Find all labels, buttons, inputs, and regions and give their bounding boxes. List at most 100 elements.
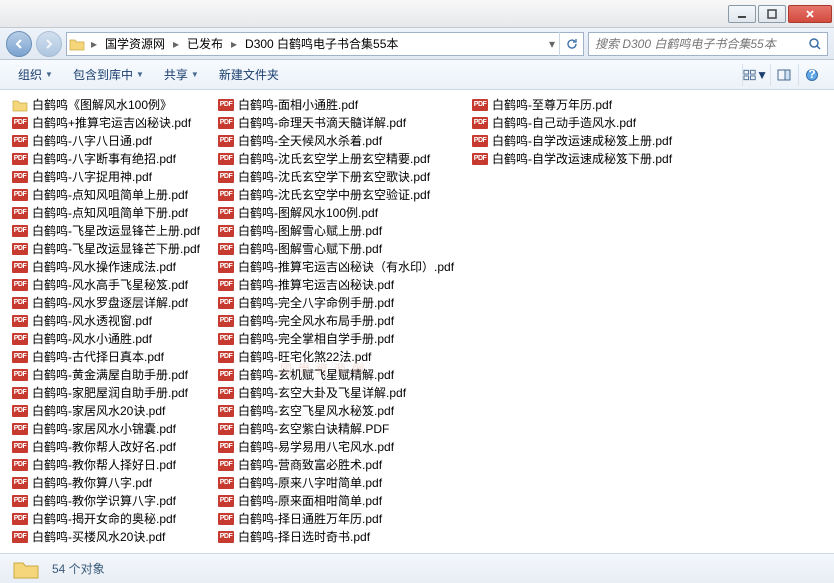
file-name: 白鹤鸣-命理天书滴天髓详解.pdf [238,114,406,132]
chevron-down-icon[interactable]: ▾ [545,33,559,55]
file-item[interactable]: PDF白鹤鸣-自己动手造风水.pdf [472,114,672,132]
organize-menu[interactable]: 组织 ▼ [10,63,61,86]
file-item[interactable]: PDF白鹤鸣-自学改运速成秘笈下册.pdf [472,150,672,168]
file-item[interactable]: PDF白鹤鸣-玄空大卦及飞星详解.pdf [218,384,454,402]
file-item[interactable]: PDF白鹤鸣-完全风水布局手册.pdf [218,312,454,330]
include-label: 包含到库中 [73,66,133,83]
file-item[interactable]: PDF白鹤鸣-图解风水100例.pdf [218,204,454,222]
chevron-down-icon: ▼ [45,70,53,79]
chevron-right-icon[interactable]: ▸ [169,33,183,55]
breadcrumb-path[interactable]: ▸ 国学资源网 ▸ 已发布 ▸ D300 白鹤鸣电子书合集55本 ▾ [66,32,584,56]
new-folder-button[interactable]: 新建文件夹 [211,63,287,86]
toolbar: 组织 ▼ 包含到库中 ▼ 共享 ▼ 新建文件夹 ▼ ? [0,60,834,90]
file-item[interactable]: PDF白鹤鸣-风水罗盘逐层详解.pdf [12,294,200,312]
help-button[interactable]: ? [798,64,824,86]
pdf-icon: PDF [218,188,234,202]
file-item[interactable]: PDF白鹤鸣-玄空紫白诀精解.PDF [218,420,454,438]
file-item[interactable]: PDF白鹤鸣-完全掌相自学手册.pdf [218,330,454,348]
file-item[interactable]: PDF白鹤鸣-原来面相咁简单.pdf [218,492,454,510]
file-name: 白鹤鸣-风水操作速成法.pdf [32,258,176,276]
search-box[interactable] [588,32,828,56]
file-item[interactable]: PDF白鹤鸣-玄空飞星风水秘笈.pdf [218,402,454,420]
share-menu[interactable]: 共享 ▼ [156,63,207,86]
newfolder-label: 新建文件夹 [219,66,279,83]
file-name: 白鹤鸣-风水高手飞星秘笈.pdf [32,276,188,294]
file-name: 白鹤鸣-教你算八字.pdf [32,474,152,492]
pdf-icon: PDF [218,368,234,382]
file-item[interactable]: PDF白鹤鸣-教你学识算八字.pdf [12,492,200,510]
file-item[interactable]: PDF白鹤鸣-黄金满屋自助手册.pdf [12,366,200,384]
forward-button[interactable] [36,31,62,57]
file-item[interactable]: PDF白鹤鸣-原来八字咁简单.pdf [218,474,454,492]
refresh-button[interactable] [559,32,583,56]
file-item[interactable]: PDF白鹤鸣-沈氏玄空学中册玄空验证.pdf [218,186,454,204]
file-item[interactable]: PDF白鹤鸣-教你帮人改好名.pdf [12,438,200,456]
file-item[interactable]: PDF白鹤鸣-点知风咀简单上册.pdf [12,186,200,204]
file-list-pane[interactable]: 國學資源網 白鹤鸣《图解风水100例》PDF白鹤鸣+推算宅运吉凶秘诀.pdfPD… [0,90,834,553]
folder-icon [10,557,42,581]
file-item[interactable]: PDF白鹤鸣-买楼风水20诀.pdf [12,528,200,546]
file-item[interactable]: PDF白鹤鸣-飞星改运显锋芒上册.pdf [12,222,200,240]
file-item[interactable]: PDF白鹤鸣-飞星改运显锋芒下册.pdf [12,240,200,258]
include-menu[interactable]: 包含到库中 ▼ [65,63,152,86]
file-item[interactable]: PDF白鹤鸣-八字捉用神.pdf [12,168,200,186]
file-item[interactable]: PDF白鹤鸣-沈氏玄空学下册玄空歌诀.pdf [218,168,454,186]
file-item[interactable]: PDF白鹤鸣-推算宅运吉凶秘诀（有水印）.pdf [218,258,454,276]
file-item[interactable]: PDF白鹤鸣-沈氏玄空学上册玄空精要.pdf [218,150,454,168]
file-item[interactable]: PDF白鹤鸣-风水透视窗.pdf [12,312,200,330]
file-name: 白鹤鸣+推算宅运吉凶秘诀.pdf [32,114,191,132]
search-icon[interactable] [803,37,827,51]
file-item[interactable]: PDF白鹤鸣-风水操作速成法.pdf [12,258,200,276]
file-item[interactable]: PDF白鹤鸣-风水小通胜.pdf [12,330,200,348]
file-item[interactable]: PDF白鹤鸣-择日选时奇书.pdf [218,528,454,546]
file-item[interactable]: PDF白鹤鸣+推算宅运吉凶秘诀.pdf [12,114,200,132]
file-item[interactable]: PDF白鹤鸣-家居风水20诀.pdf [12,402,200,420]
pdf-icon: PDF [12,296,28,310]
search-input[interactable] [589,37,803,51]
maximize-button[interactable] [758,5,786,23]
file-item[interactable]: PDF白鹤鸣-命理天书滴天髓详解.pdf [218,114,454,132]
file-item[interactable]: PDF白鹤鸣-完全八字命例手册.pdf [218,294,454,312]
folder-item[interactable]: 白鹤鸣《图解风水100例》 [12,96,200,114]
file-item[interactable]: PDF白鹤鸣-玄机赋飞星赋精解.pdf [218,366,454,384]
pdf-icon: PDF [12,188,28,202]
file-item[interactable]: PDF白鹤鸣-点知风咀简单下册.pdf [12,204,200,222]
back-button[interactable] [6,31,32,57]
file-item[interactable]: PDF白鹤鸣-教你算八字.pdf [12,474,200,492]
chevron-right-icon[interactable]: ▸ [87,33,101,55]
close-button[interactable] [788,5,832,23]
file-item[interactable]: PDF白鹤鸣-推算宅运吉凶秘诀.pdf [218,276,454,294]
file-item[interactable]: PDF白鹤鸣-至尊万年历.pdf [472,96,672,114]
breadcrumb-item[interactable]: 已发布 [183,33,227,55]
breadcrumb-item[interactable]: D300 白鹤鸣电子书合集55本 [241,33,402,55]
file-item[interactable]: PDF白鹤鸣-旺宅化煞22法.pdf [218,348,454,366]
file-item[interactable]: PDF白鹤鸣-八字八日通.pdf [12,132,200,150]
file-name: 白鹤鸣-面相小通胜.pdf [238,96,358,114]
file-name: 白鹤鸣-沈氏玄空学上册玄空精要.pdf [238,150,430,168]
file-name: 白鹤鸣-完全八字命例手册.pdf [238,294,394,312]
file-item[interactable]: PDF白鹤鸣-全天候风水杀着.pdf [218,132,454,150]
file-item[interactable]: PDF白鹤鸣-风水高手飞星秘笈.pdf [12,276,200,294]
file-item[interactable]: PDF白鹤鸣-图解雪心赋上册.pdf [218,222,454,240]
pdf-icon: PDF [472,152,488,166]
pdf-icon: PDF [218,314,234,328]
breadcrumb-item[interactable]: 国学资源网 [101,33,169,55]
file-item[interactable]: PDF白鹤鸣-易学易用八宅风水.pdf [218,438,454,456]
file-item[interactable]: PDF白鹤鸣-营商致富必胜术.pdf [218,456,454,474]
file-item[interactable]: PDF白鹤鸣-八字断事有绝招.pdf [12,150,200,168]
file-item[interactable]: PDF白鹤鸣-古代择日真本.pdf [12,348,200,366]
pdf-icon: PDF [218,206,234,220]
file-item[interactable]: PDF白鹤鸣-家肥屋润自助手册.pdf [12,384,200,402]
address-bar: ▸ 国学资源网 ▸ 已发布 ▸ D300 白鹤鸣电子书合集55本 ▾ [0,28,834,60]
minimize-button[interactable] [728,5,756,23]
view-button[interactable]: ▼ [742,64,768,86]
file-item[interactable]: PDF白鹤鸣-家居风水小锦囊.pdf [12,420,200,438]
file-item[interactable]: PDF白鹤鸣-揭开女命的奥秘.pdf [12,510,200,528]
preview-pane-button[interactable] [770,64,796,86]
file-item[interactable]: PDF白鹤鸣-图解雪心赋下册.pdf [218,240,454,258]
chevron-right-icon[interactable]: ▸ [227,33,241,55]
file-item[interactable]: PDF白鹤鸣-自学改运速成秘笈上册.pdf [472,132,672,150]
file-item[interactable]: PDF白鹤鸣-择日通胜万年历.pdf [218,510,454,528]
file-item[interactable]: PDF白鹤鸣-面相小通胜.pdf [218,96,454,114]
file-item[interactable]: PDF白鹤鸣-教你帮人择好日.pdf [12,456,200,474]
